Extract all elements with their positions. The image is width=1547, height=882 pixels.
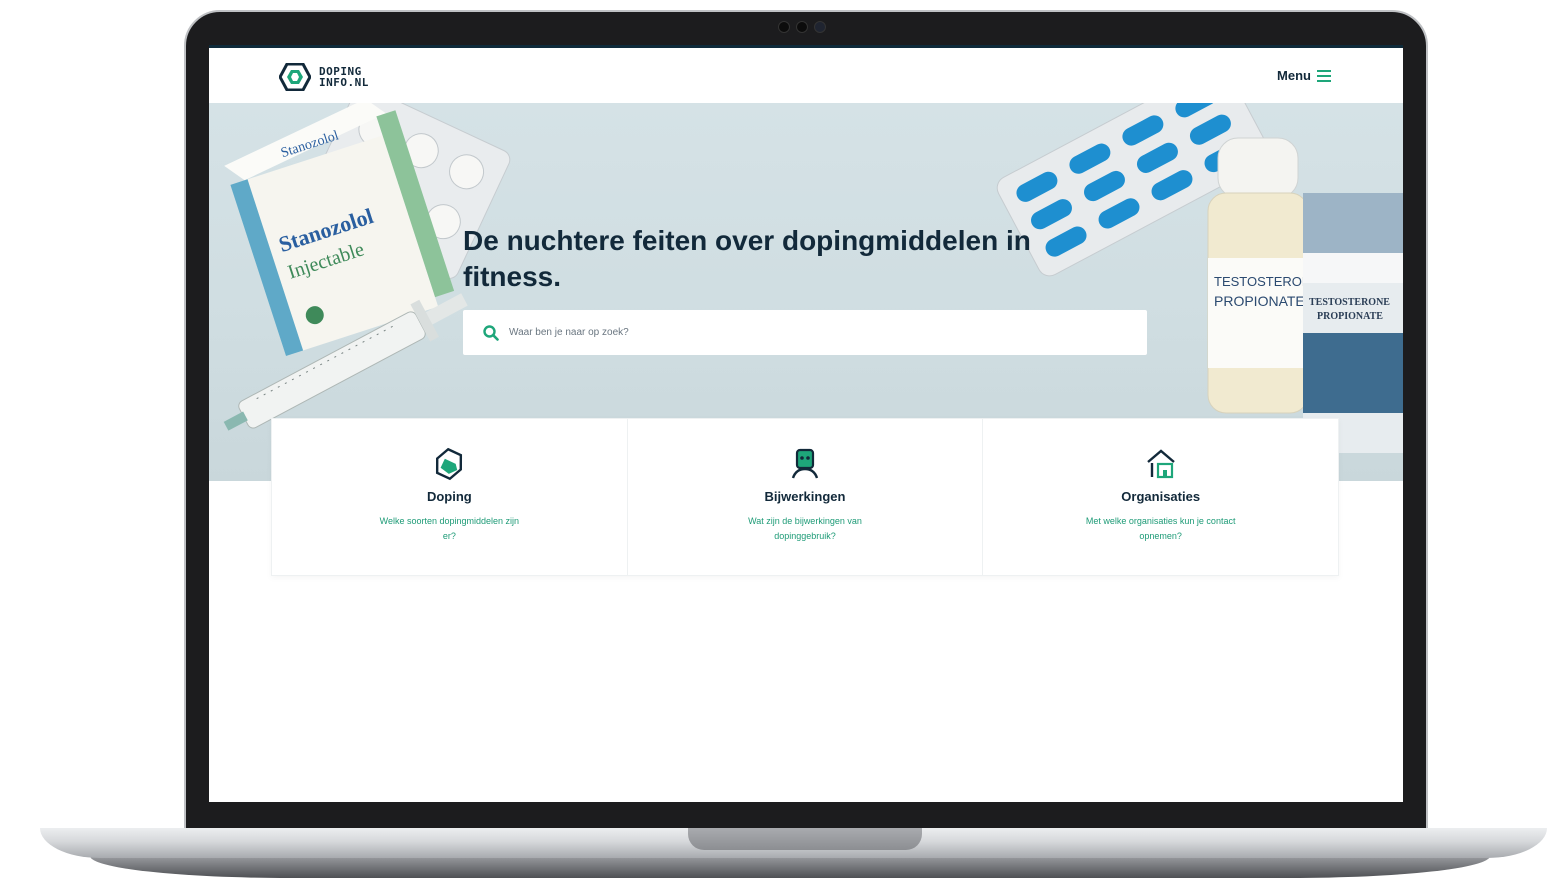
menu-button[interactable]: Menu	[1277, 68, 1331, 83]
hero-title: De nuchtere feiten over dopingmiddelen i…	[463, 225, 1031, 292]
box-right-line1: TESTOSTERONE	[1309, 297, 1390, 308]
vial-line2: PROPIONATE	[1214, 293, 1305, 309]
card-title: Bijwerkingen	[764, 489, 846, 504]
search-input[interactable]	[509, 327, 1109, 338]
card-title: Organisaties	[1121, 489, 1201, 504]
search-icon	[483, 324, 499, 341]
card-bijwerkingen[interactable]: Bijwerkingen Wat zijn de bijwerkingen va…	[628, 419, 984, 575]
box-right-line2: PROPIONATE	[1317, 311, 1383, 322]
person-icon	[791, 448, 819, 479]
laptop-base-shadow	[90, 856, 1490, 878]
building-icon	[1146, 449, 1175, 479]
card-title: Doping	[426, 489, 472, 504]
logo-line2: INFO.NL	[319, 76, 369, 89]
card-description: Met welke organisaties kun je contact op…	[1085, 516, 1236, 541]
camera-dot	[778, 21, 790, 33]
card-doping[interactable]: Doping Welke soorten dopingmiddelen zijn…	[272, 419, 628, 575]
vial-line1: TESTOSTERON	[1214, 274, 1311, 289]
logo-mark-icon	[279, 63, 311, 91]
pill-icon	[436, 447, 463, 481]
card-organisaties[interactable]: Organisaties Met welke organisaties kun …	[983, 419, 1338, 575]
webcam	[778, 21, 826, 33]
laptop-notch	[688, 828, 922, 850]
top-navbar: DOPING INFO.NL Menu	[209, 45, 1403, 103]
hamburger-icon	[1317, 69, 1331, 82]
card-description: Welke soorten dopingmiddelen zijn er?	[379, 516, 520, 541]
camera-dot	[796, 21, 808, 33]
laptop-screen: DOPING INFO.NL Menu Stanozolol Injectabl…	[209, 45, 1403, 802]
site-logo[interactable]: DOPING INFO.NL	[279, 63, 369, 91]
logo-text: DOPING INFO.NL	[319, 66, 369, 88]
search-bar[interactable]	[463, 310, 1147, 355]
menu-label: Menu	[1277, 68, 1311, 83]
card-description: Wat zijn de bijwerkingen van dopinggebru…	[748, 516, 862, 541]
category-cards: Doping Welke soorten dopingmiddelen zijn…	[271, 418, 1339, 576]
camera-lens	[814, 21, 826, 33]
